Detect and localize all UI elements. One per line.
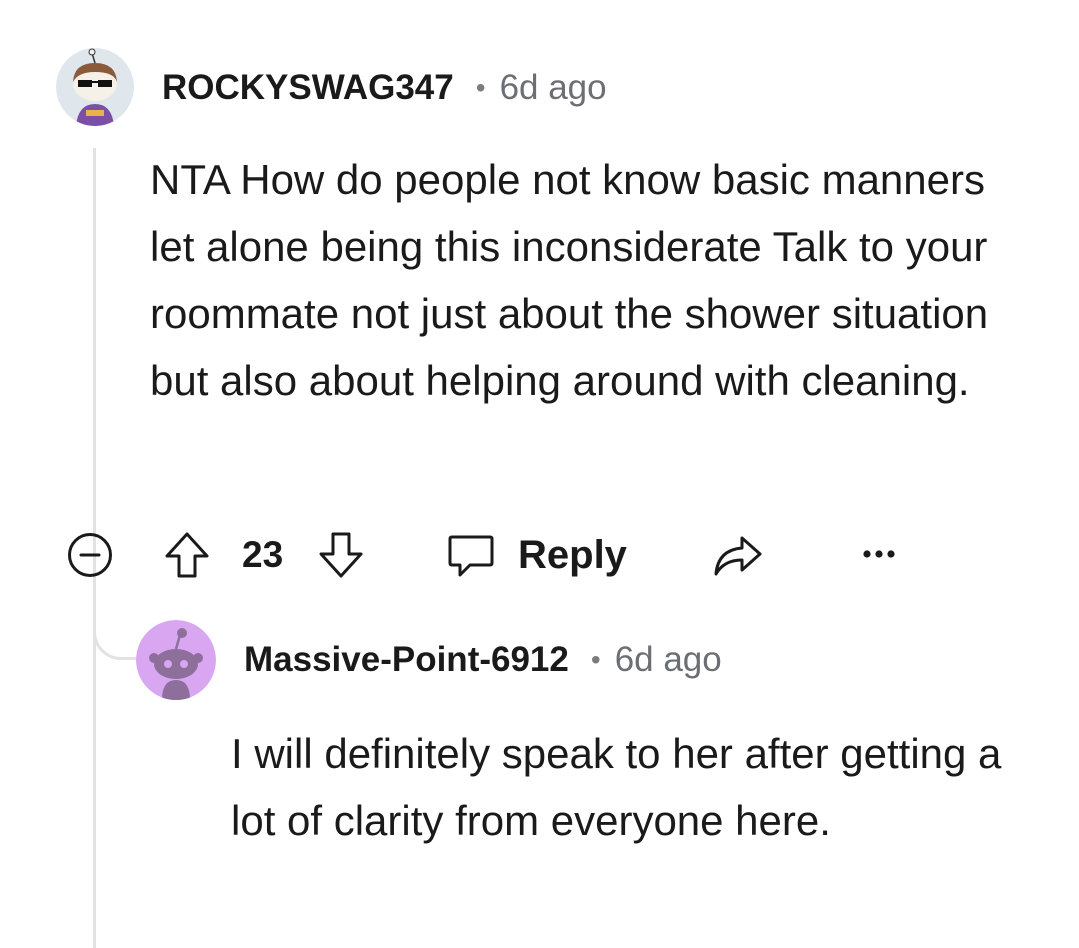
comment-bubble-icon: [448, 535, 494, 577]
timestamp: 6d ago: [499, 68, 607, 107]
collapse-minus-icon: [68, 533, 112, 577]
more-options-button[interactable]: [862, 534, 896, 574]
comment-action-bar: 23 Reply: [66, 524, 966, 584]
avatar[interactable]: [136, 620, 216, 700]
snoo-avatar-icon: [56, 48, 134, 126]
avatar[interactable]: [56, 48, 134, 126]
username[interactable]: ROCKYSWAG347: [162, 68, 454, 108]
thread-branch-line: [93, 598, 141, 660]
upvote-arrow-icon: [165, 532, 209, 578]
collapse-button[interactable]: [66, 531, 114, 579]
snoo-avatar-icon: [136, 620, 216, 700]
comment-body: NTA How do people not know basic manners…: [150, 156, 989, 404]
timestamp: 6d ago: [614, 640, 722, 679]
username[interactable]: Massive-Point-6912: [244, 640, 569, 680]
reply-label: Reply: [518, 532, 627, 577]
comment-meta: Massive-Point-6912 • 6d ago: [244, 636, 722, 684]
share-arrow-icon: [714, 536, 762, 576]
separator-dot: •: [590, 644, 601, 675]
downvote-button[interactable]: [316, 530, 366, 580]
more-dots-icon: [863, 550, 895, 558]
share-button[interactable]: [710, 530, 764, 580]
comment-meta: ROCKYSWAG347 • 6d ago: [162, 64, 607, 112]
upvote-button[interactable]: [162, 530, 212, 580]
vote-score: 23: [242, 534, 284, 575]
separator-dot: •: [475, 72, 486, 103]
reply-button[interactable]: Reply: [446, 528, 627, 582]
comment-body: I will definitely speak to her after get…: [231, 730, 1002, 844]
downvote-arrow-icon: [319, 532, 363, 578]
